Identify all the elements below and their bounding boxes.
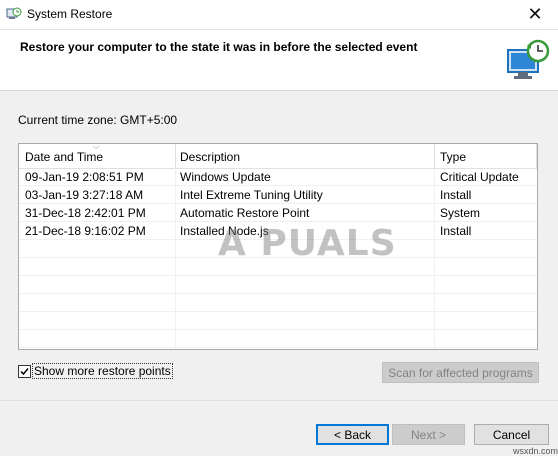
timezone-label: Current time zone: GMT+5:00 bbox=[18, 113, 178, 127]
cancel-button[interactable]: Cancel bbox=[474, 424, 549, 445]
empty-row bbox=[19, 258, 537, 276]
checkmark-icon bbox=[20, 368, 29, 376]
title-bar: System Restore ✕ bbox=[0, 0, 558, 30]
empty-row bbox=[19, 312, 537, 330]
close-icon: ✕ bbox=[527, 4, 543, 24]
restore-points-list[interactable]: Date and Time ⌵ Description Type 09-Jan-… bbox=[18, 143, 538, 350]
column-divider[interactable] bbox=[536, 144, 537, 168]
column-divider[interactable] bbox=[175, 144, 176, 168]
cell-description: Windows Update bbox=[180, 170, 271, 184]
cell-date: 21-Dec-18 9:16:02 PM bbox=[25, 224, 146, 238]
cell-date: 09-Jan-19 2:08:51 PM bbox=[25, 170, 144, 184]
cell-type: Critical Update bbox=[440, 170, 519, 184]
table-row[interactable]: 03-Jan-19 3:27:18 AM Intel Extreme Tunin… bbox=[19, 186, 537, 204]
list-header: Date and Time ⌵ Description Type bbox=[19, 144, 537, 169]
close-button[interactable]: ✕ bbox=[512, 0, 558, 29]
site-watermark-text: wsxdn.com bbox=[512, 446, 558, 456]
empty-row bbox=[19, 330, 537, 348]
divider bbox=[0, 400, 558, 401]
cell-description: Installed Node.js bbox=[180, 224, 269, 238]
column-header-date[interactable]: Date and Time bbox=[25, 150, 103, 164]
empty-row bbox=[19, 240, 537, 258]
wizard-header: Restore your computer to the state it wa… bbox=[0, 30, 558, 91]
cell-type: Install bbox=[440, 188, 472, 202]
back-button[interactable]: < Back bbox=[316, 424, 389, 445]
next-button[interactable]: Next > bbox=[392, 424, 465, 445]
window-title: System Restore bbox=[27, 7, 113, 21]
cell-date: 31-Dec-18 2:42:01 PM bbox=[25, 206, 146, 220]
cell-description: Intel Extreme Tuning Utility bbox=[180, 188, 323, 202]
page-heading: Restore your computer to the state it wa… bbox=[20, 40, 418, 54]
list-rows: 09-Jan-19 2:08:51 PM Windows Update Crit… bbox=[19, 168, 537, 348]
empty-row bbox=[19, 276, 537, 294]
column-divider[interactable] bbox=[434, 144, 435, 168]
sort-arrow-icon: ⌵ bbox=[93, 143, 100, 151]
column-header-description[interactable]: Description bbox=[180, 150, 240, 164]
show-more-label[interactable]: Show more restore points bbox=[32, 363, 173, 379]
table-row[interactable]: 09-Jan-19 2:08:51 PM Windows Update Crit… bbox=[19, 168, 537, 186]
column-header-type[interactable]: Type bbox=[440, 150, 466, 164]
scan-affected-programs-button[interactable]: Scan for affected programs bbox=[382, 362, 539, 383]
empty-row bbox=[19, 294, 537, 312]
table-row[interactable]: 21-Dec-18 9:16:02 PM Installed Node.js I… bbox=[19, 222, 537, 240]
system-restore-app-icon bbox=[6, 7, 22, 19]
cell-date: 03-Jan-19 3:27:18 AM bbox=[25, 188, 144, 202]
cell-description: Automatic Restore Point bbox=[180, 206, 310, 220]
table-row[interactable]: 31-Dec-18 2:42:01 PM Automatic Restore P… bbox=[19, 204, 537, 222]
cell-type: Install bbox=[440, 224, 472, 238]
system-restore-icon bbox=[507, 39, 550, 79]
cell-type: System bbox=[440, 206, 481, 220]
show-more-checkbox[interactable] bbox=[18, 365, 31, 378]
